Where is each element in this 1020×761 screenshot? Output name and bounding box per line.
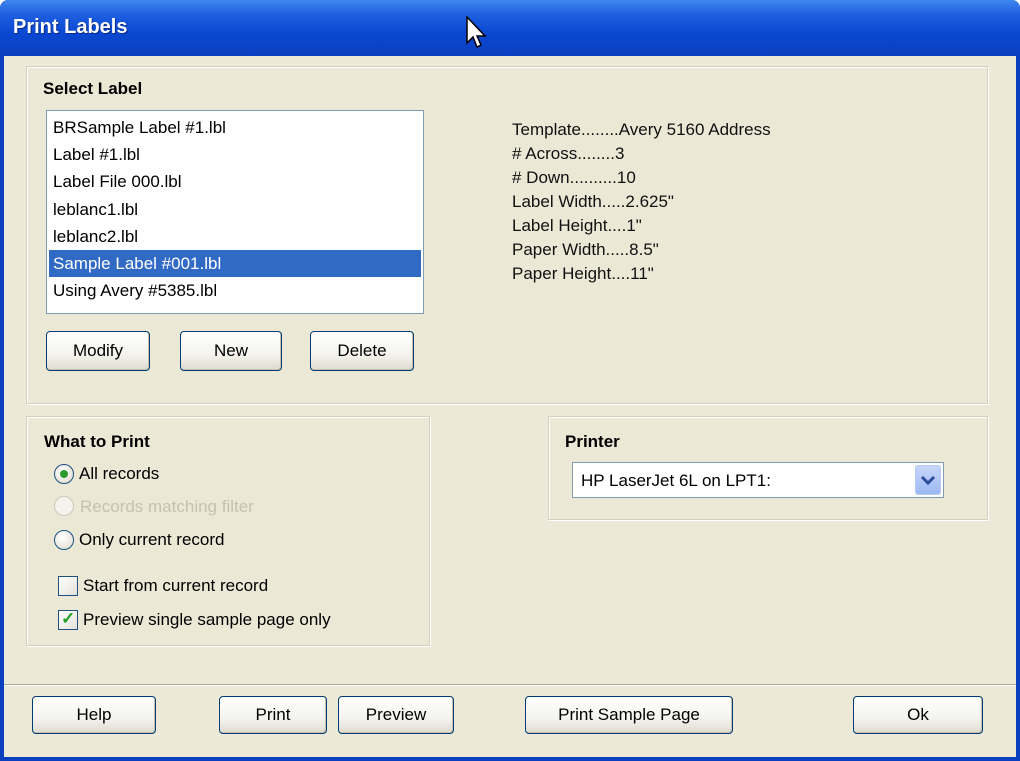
list-item[interactable]: leblanc2.lbl xyxy=(49,223,421,250)
ok-button[interactable]: Ok xyxy=(853,696,983,734)
title-bar[interactable]: Print Labels xyxy=(0,0,1020,56)
down-line: # Down..........10 xyxy=(512,168,636,187)
preview-single-checkbox[interactable] xyxy=(58,609,78,630)
preview-button[interactable]: Preview xyxy=(338,696,454,734)
list-item[interactable]: BRSample Label #1.lbl xyxy=(49,114,421,141)
print-sample-page-button[interactable]: Print Sample Page xyxy=(525,696,733,734)
template-line: Template........Avery 5160 Address xyxy=(512,120,771,139)
records-matching-filter-radio xyxy=(54,496,74,516)
start-from-current-checkbox[interactable] xyxy=(58,576,78,596)
new-button[interactable]: New xyxy=(180,331,282,371)
help-button[interactable]: Help xyxy=(32,696,156,734)
print-button[interactable]: Print xyxy=(219,696,327,734)
footer-separator xyxy=(4,684,1016,686)
start-from-current-label[interactable]: Start from current record xyxy=(83,576,268,596)
preview-single-label[interactable]: Preview single sample page only xyxy=(83,610,331,630)
printer-selected-value: HP LaserJet 6L on LPT1: xyxy=(581,471,771,490)
chevron-down-icon[interactable] xyxy=(915,465,941,495)
only-current-record-label[interactable]: Only current record xyxy=(79,530,225,550)
select-label-title: Select Label xyxy=(43,79,143,98)
list-item[interactable]: Using Avery #5385.lbl xyxy=(49,277,421,304)
paper-width-line: Paper Width.....8.5" xyxy=(512,240,659,259)
dialog-client-area: Select Label BRSample Label #1.lbl Label… xyxy=(4,56,1016,757)
template-info: Template........Avery 5160 Address # Acr… xyxy=(512,118,771,286)
printer-select[interactable]: HP LaserJet 6L on LPT1: xyxy=(572,462,944,498)
modify-button[interactable]: Modify xyxy=(46,331,150,371)
label-height-line: Label Height....1" xyxy=(512,216,642,235)
print-labels-window: Print Labels Select Label BRSample Label… xyxy=(0,0,1020,761)
delete-button[interactable]: Delete xyxy=(310,331,414,371)
printer-title: Printer xyxy=(565,432,620,451)
list-item[interactable]: Sample Label #001.lbl xyxy=(49,249,421,278)
only-current-record-radio[interactable] xyxy=(54,530,74,550)
label-width-line: Label Width.....2.625" xyxy=(512,192,674,211)
list-item[interactable]: Label #1.lbl xyxy=(49,141,421,168)
records-matching-filter-label: Records matching filter xyxy=(80,497,254,516)
paper-height-line: Paper Height....11" xyxy=(512,264,654,283)
label-file-list[interactable]: BRSample Label #1.lbl Label #1.lbl Label… xyxy=(46,110,424,314)
all-records-label[interactable]: All records xyxy=(79,464,159,484)
across-line: # Across........3 xyxy=(512,144,625,163)
what-to-print-title: What to Print xyxy=(44,432,150,451)
window-title: Print Labels xyxy=(13,16,128,38)
all-records-radio[interactable] xyxy=(54,464,74,484)
list-item[interactable]: Label File 000.lbl xyxy=(49,168,421,195)
mouse-pointer-icon xyxy=(466,16,487,49)
list-item[interactable]: leblanc1.lbl xyxy=(49,196,421,223)
